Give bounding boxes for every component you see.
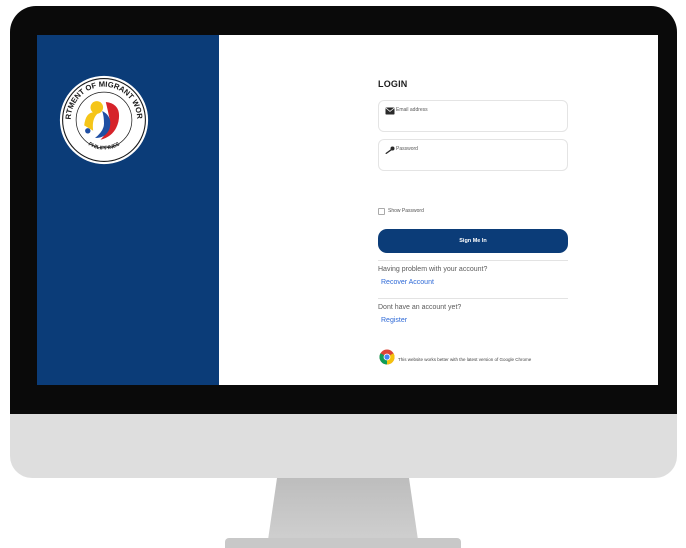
login-title: LOGIN (378, 79, 408, 89)
sign-in-button[interactable]: Sign Me In (378, 229, 568, 253)
show-password-toggle[interactable]: Show Password (378, 207, 424, 215)
monitor-stand-base (225, 538, 461, 548)
email-field[interactable]: Email address (378, 100, 568, 132)
divider (378, 298, 568, 299)
browser-note-text: This website works better with the lates… (398, 357, 532, 362)
password-field[interactable]: Password (378, 139, 568, 171)
recover-account-link[interactable]: Recover Account (381, 279, 434, 286)
brand-side-panel: DEPARTMENT OF MIGRANT WORKERS PHILIPPINE… (37, 35, 219, 385)
show-password-label: Show Password (388, 208, 424, 214)
show-password-checkbox[interactable] (378, 207, 385, 215)
register-question: Dont have an account yet? (378, 304, 462, 311)
dmw-seal-logo: DEPARTMENT OF MIGRANT WORKERS PHILIPPINE… (59, 75, 149, 165)
monitor-stand (268, 478, 418, 540)
screen: DEPARTMENT OF MIGRANT WORKERS PHILIPPINE… (37, 35, 658, 385)
register-link[interactable]: Register (381, 317, 407, 324)
password-input[interactable] (379, 140, 567, 170)
email-input[interactable] (379, 101, 567, 131)
monitor-chin (10, 414, 677, 478)
divider (378, 260, 568, 261)
recover-question: Having problem with your account? (378, 266, 488, 273)
